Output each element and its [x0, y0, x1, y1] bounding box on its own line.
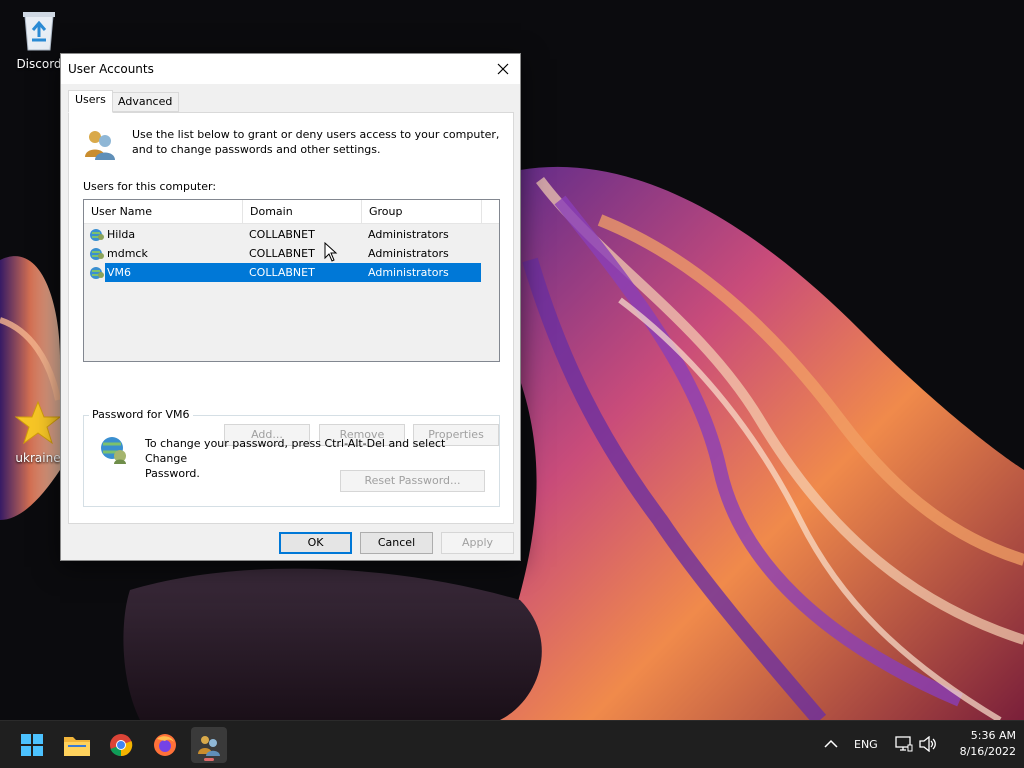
- chrome-icon: [110, 734, 133, 757]
- ok-button[interactable]: OK: [279, 532, 352, 554]
- chevron-up-icon[interactable]: [824, 739, 838, 749]
- recycle-bin-icon: [23, 12, 55, 51]
- network-icon[interactable]: [895, 736, 913, 752]
- table-row[interactable]: Hilda COLLABNET Administrators: [84, 225, 499, 244]
- users-tab-panel: Use the list below to grant or deny user…: [68, 112, 514, 524]
- users-list-label: Users for this computer:: [83, 180, 217, 193]
- group-cell: Administrators: [368, 247, 449, 260]
- tab-label: Users: [75, 93, 106, 106]
- tab-advanced[interactable]: Advanced: [111, 92, 180, 112]
- windows-start-icon: [21, 734, 43, 756]
- domain-cell: COLLABNET: [249, 228, 315, 241]
- title-bar[interactable]: User Accounts: [61, 54, 520, 84]
- column-header-domain[interactable]: Domain: [243, 200, 362, 224]
- close-button[interactable]: [486, 54, 520, 84]
- file-explorer-icon: [64, 737, 90, 756]
- firefox-icon: [154, 734, 176, 756]
- taskbar-chrome[interactable]: [103, 727, 139, 763]
- column-header-user-name[interactable]: User Name: [84, 200, 243, 224]
- user-globe-icon: [90, 229, 104, 241]
- user-globe-icon: [90, 267, 104, 279]
- user-globe-icon: [90, 248, 104, 260]
- user-accounts-icon: [198, 736, 220, 756]
- domain-cell: COLLABNET: [249, 266, 315, 279]
- active-app-indicator: [204, 758, 214, 761]
- taskbar-user-accounts[interactable]: [191, 727, 227, 763]
- user-accounts-dialog: User Accounts Users Advanced Use the lis…: [60, 53, 521, 561]
- group-cell: Administrators: [368, 228, 449, 241]
- intro-line: and to change passwords and other settin…: [132, 143, 381, 156]
- intro-line: Use the list below to grant or deny user…: [132, 128, 500, 141]
- password-group: Password for VM6 To change your password…: [83, 408, 500, 507]
- group-cell: Administrators: [368, 266, 449, 279]
- input-language[interactable]: ENG: [854, 738, 878, 751]
- user-key-icon: [101, 437, 126, 464]
- table-row[interactable]: mdmck COLLABNET Administrators: [84, 244, 499, 263]
- tab-users[interactable]: Users: [68, 90, 113, 113]
- users-list[interactable]: User Name Domain Group Hilda COLLABNET A…: [83, 199, 500, 362]
- users-icon: [85, 131, 115, 160]
- apply-button[interactable]: Apply: [441, 532, 514, 554]
- clock-date: 8/16/2022: [959, 745, 1016, 758]
- clock[interactable]: 5:36 AM 8/16/2022: [944, 729, 1016, 758]
- taskbar: ENG 5:36 AM 8/16/2022: [0, 720, 1024, 768]
- clock-time: 5:36 AM: [970, 729, 1016, 742]
- star-icon: [14, 400, 62, 445]
- list-header: User Name Domain Group: [84, 200, 499, 224]
- password-group-legend: Password for VM6: [89, 408, 193, 421]
- taskbar-firefox[interactable]: [147, 727, 183, 763]
- tab-label: Advanced: [118, 95, 173, 108]
- user-name-cell: mdmck: [107, 247, 148, 260]
- start-button[interactable]: [14, 727, 50, 763]
- close-icon: [497, 63, 509, 75]
- intro-text: Use the list below to grant or deny user…: [132, 127, 502, 157]
- table-row-selected[interactable]: VM6 COLLABNET Administrators: [84, 263, 499, 282]
- window-title: User Accounts: [68, 62, 154, 76]
- cancel-button[interactable]: Cancel: [360, 532, 433, 554]
- reset-password-button[interactable]: Reset Password...: [340, 470, 485, 492]
- volume-icon[interactable]: [919, 736, 937, 752]
- taskbar-file-explorer[interactable]: [59, 727, 95, 763]
- user-name-cell: Hilda: [107, 228, 136, 241]
- domain-cell: COLLABNET: [249, 247, 315, 260]
- user-name-cell: VM6: [107, 266, 132, 279]
- password-info-line: To change your password, press Ctrl-Alt-…: [145, 437, 446, 465]
- mouse-cursor-icon: [324, 242, 338, 262]
- column-header-group[interactable]: Group: [362, 200, 482, 224]
